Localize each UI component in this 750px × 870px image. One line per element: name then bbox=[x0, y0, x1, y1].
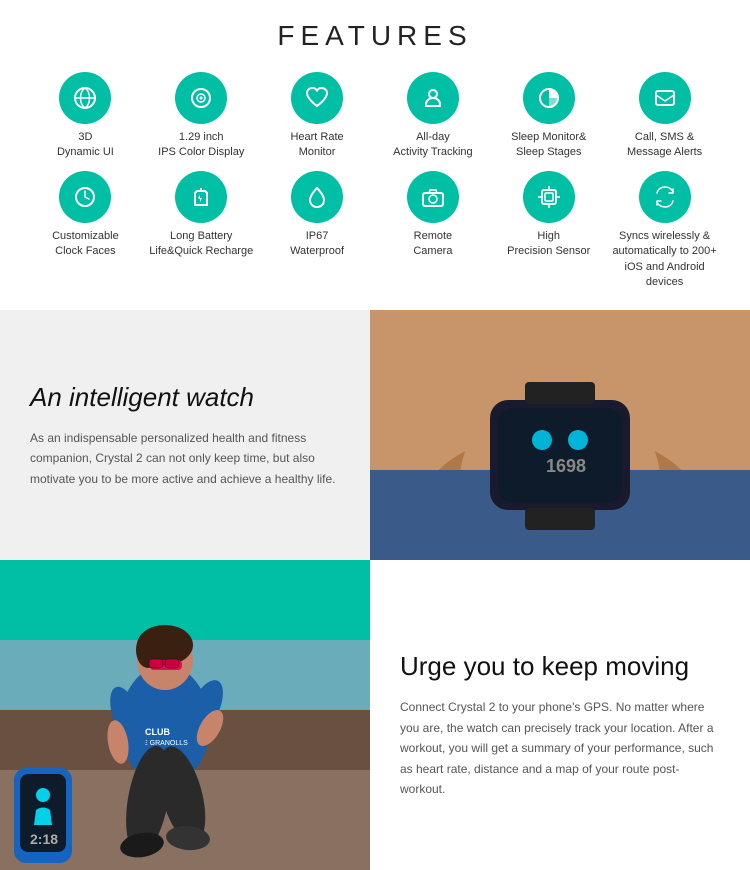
feature-camera: RemoteCamera bbox=[378, 171, 489, 291]
call-label: Call, SMS &Message Alerts bbox=[627, 130, 702, 161]
feature-ips: 1.29 inchIPS Color Display bbox=[146, 72, 257, 161]
svg-text:2:18: 2:18 bbox=[30, 831, 58, 847]
clock-icon bbox=[59, 171, 111, 223]
intelligent-heading: An intelligent watch bbox=[30, 382, 340, 413]
sleep-label: Sleep Monitor&Sleep Stages bbox=[511, 130, 586, 161]
sensor-icon bbox=[523, 171, 575, 223]
heart-label: Heart RateMonitor bbox=[290, 130, 343, 161]
feature-clock: CustomizableClock Faces bbox=[30, 171, 141, 291]
moving-section: CLUB DE GRANOLLS bbox=[0, 560, 750, 870]
page-wrapper: FEATURES 3DDynamic UI bbox=[0, 0, 750, 870]
clock-label: CustomizableClock Faces bbox=[52, 229, 119, 260]
features-section: FEATURES 3DDynamic UI bbox=[0, 0, 750, 310]
svg-text:1698: 1698 bbox=[546, 456, 586, 476]
dynamic-ui-label: 3DDynamic UI bbox=[57, 130, 114, 161]
camera-label: RemoteCamera bbox=[413, 229, 452, 260]
battery-icon bbox=[175, 171, 227, 223]
intelligent-section: An intelligent watch As an indispensable… bbox=[0, 310, 750, 560]
moving-image: CLUB DE GRANOLLS bbox=[0, 560, 370, 870]
tracking-icon bbox=[407, 72, 459, 124]
feature-sync: Syncs wirelessly &automatically to 200+i… bbox=[609, 171, 720, 291]
watch-hand-mockup: 1698 bbox=[370, 310, 750, 560]
heart-icon bbox=[291, 72, 343, 124]
sync-icon bbox=[639, 171, 691, 223]
feature-sensor: HighPrecision Sensor bbox=[493, 171, 604, 291]
feature-waterproof: IP67Waterproof bbox=[262, 171, 373, 291]
moving-body: Connect Crystal 2 to your phone's GPS. N… bbox=[400, 697, 720, 799]
intelligent-text-block: An intelligent watch As an indispensable… bbox=[0, 310, 370, 560]
waterproof-label: IP67Waterproof bbox=[290, 229, 344, 260]
features-title: FEATURES bbox=[30, 20, 720, 52]
moving-heading: Urge you to keep moving bbox=[400, 651, 720, 682]
intelligent-body: As an indispensable personalized health … bbox=[30, 428, 340, 489]
moving-text-block: Urge you to keep moving Connect Crystal … bbox=[370, 560, 750, 870]
ips-icon bbox=[175, 72, 227, 124]
feature-sleep: Sleep Monitor&Sleep Stages bbox=[493, 72, 604, 161]
feature-call: Call, SMS &Message Alerts bbox=[609, 72, 720, 161]
feature-tracking: All-dayActivity Tracking bbox=[378, 72, 489, 161]
sleep-icon bbox=[523, 72, 575, 124]
sensor-label: HighPrecision Sensor bbox=[507, 229, 590, 260]
svg-text:CLUB: CLUB bbox=[145, 727, 170, 737]
sync-label: Syncs wirelessly &automatically to 200+i… bbox=[609, 229, 720, 291]
features-grid: 3DDynamic UI 1.29 inchIPS Color Display bbox=[30, 72, 720, 290]
camera-icon bbox=[407, 171, 459, 223]
feature-battery: Long BatteryLife&Quick Recharge bbox=[146, 171, 257, 291]
tracking-label: All-dayActivity Tracking bbox=[393, 130, 472, 161]
feature-3d-ui: 3DDynamic UI bbox=[30, 72, 141, 161]
battery-label: Long BatteryLife&Quick Recharge bbox=[149, 229, 253, 260]
ips-label: 1.29 inchIPS Color Display bbox=[158, 130, 244, 161]
dynamic-ui-icon bbox=[59, 72, 111, 124]
waterproof-icon bbox=[291, 171, 343, 223]
call-icon bbox=[639, 72, 691, 124]
intelligent-image: 1698 bbox=[370, 310, 750, 560]
feature-heart: Heart RateMonitor bbox=[262, 72, 373, 161]
